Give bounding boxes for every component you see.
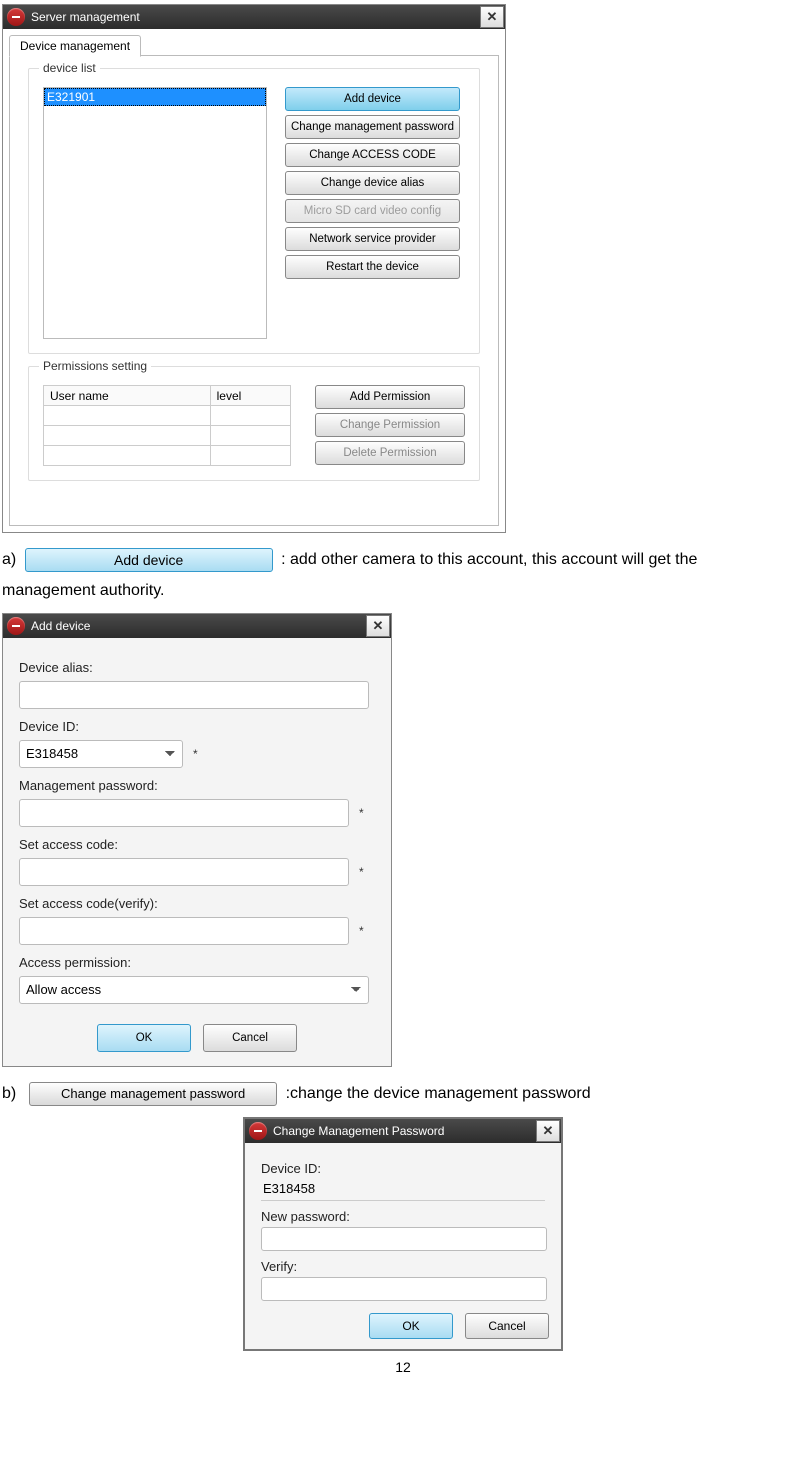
network-service-provider-button[interactable]: Network service provider xyxy=(285,227,460,251)
label-management-password: Management password: xyxy=(19,778,375,793)
verify-password-input[interactable] xyxy=(261,1277,547,1301)
required-marker: * xyxy=(359,806,364,820)
list-marker: a) xyxy=(2,551,16,568)
change-access-code-button[interactable]: Change ACCESS CODE xyxy=(285,143,460,167)
label-set-access-code: Set access code: xyxy=(19,837,375,852)
micro-sd-config-button: Micro SD card video config xyxy=(285,199,460,223)
inline-change-password-button[interactable]: Change management password xyxy=(29,1082,277,1106)
label-device-id: Device ID: xyxy=(261,1161,545,1176)
window-title: Server management xyxy=(31,10,480,24)
app-icon xyxy=(7,617,25,635)
ok-button[interactable]: OK xyxy=(369,1313,453,1339)
label-device-id: Device ID: xyxy=(19,719,375,734)
label-verify: Verify: xyxy=(261,1259,545,1274)
paragraph-text: :change the device management password xyxy=(286,1085,591,1102)
group-label: device list xyxy=(39,61,100,75)
inline-add-device-button[interactable]: Add device xyxy=(25,548,273,572)
column-header-user: User name xyxy=(44,386,211,406)
change-permission-button[interactable]: Change Permission xyxy=(315,413,465,437)
paragraph-text: : add other camera to this account, this… xyxy=(281,551,697,568)
required-marker: * xyxy=(359,924,364,938)
group-device-list: device list E321901 Add device Change ma… xyxy=(28,68,480,354)
group-permissions: Permissions setting User name level Add … xyxy=(28,366,480,481)
close-icon[interactable]: ✕ xyxy=(366,615,390,637)
close-icon[interactable]: ✕ xyxy=(480,6,504,28)
window-title: Add device xyxy=(31,619,366,633)
table-row xyxy=(44,406,291,426)
device-alias-input[interactable] xyxy=(19,681,369,709)
titlebar: Change Management Password ✕ xyxy=(245,1119,561,1143)
access-code-verify-input[interactable] xyxy=(19,917,349,945)
titlebar: Add device ✕ xyxy=(3,614,391,638)
window-title: Change Management Password xyxy=(273,1124,536,1138)
access-code-input[interactable] xyxy=(19,858,349,886)
label-new-password: New password: xyxy=(261,1209,545,1224)
change-management-password-button[interactable]: Change management password xyxy=(285,115,460,139)
ok-button[interactable]: OK xyxy=(97,1024,191,1052)
add-device-button[interactable]: Add device xyxy=(285,87,460,111)
table-row xyxy=(44,426,291,446)
access-permission-select[interactable]: Allow access xyxy=(19,976,369,1004)
app-icon xyxy=(7,8,25,26)
list-marker: b) xyxy=(2,1085,16,1102)
restart-device-button[interactable]: Restart the device xyxy=(285,255,460,279)
device-list-item[interactable]: E321901 xyxy=(44,88,266,106)
device-id-select[interactable]: E318458 xyxy=(19,740,183,768)
add-device-dialog: Add device ✕ Device alias: Device ID: E3… xyxy=(2,613,392,1067)
change-device-alias-button[interactable]: Change device alias xyxy=(285,171,460,195)
app-icon xyxy=(249,1122,267,1140)
change-password-dialog: Change Management Password ✕ Device ID: … xyxy=(243,1117,563,1351)
add-permission-button[interactable]: Add Permission xyxy=(315,385,465,409)
group-label: Permissions setting xyxy=(39,359,151,373)
label-device-alias: Device alias: xyxy=(19,660,375,675)
table-row xyxy=(44,446,291,466)
management-password-input[interactable] xyxy=(19,799,349,827)
device-id-value: E318458 xyxy=(261,1179,545,1198)
cancel-button[interactable]: Cancel xyxy=(203,1024,297,1052)
required-marker: * xyxy=(193,747,198,761)
paragraph-a: a) Add device : add other camera to this… xyxy=(2,545,804,607)
permissions-table: User name level xyxy=(43,385,291,466)
delete-permission-button[interactable]: Delete Permission xyxy=(315,441,465,465)
server-management-window: Server management ✕ Device management de… xyxy=(2,4,506,533)
tab-device-management[interactable]: Device management xyxy=(9,35,141,57)
required-marker: * xyxy=(359,865,364,879)
column-header-level: level xyxy=(210,386,290,406)
new-password-input[interactable] xyxy=(261,1227,547,1251)
paragraph-text: management authority. xyxy=(2,582,164,599)
label-set-access-code-verify: Set access code(verify): xyxy=(19,896,375,911)
cancel-button[interactable]: Cancel xyxy=(465,1313,549,1339)
device-listbox[interactable]: E321901 xyxy=(43,87,267,339)
page-number: 12 xyxy=(2,1359,804,1375)
close-icon[interactable]: ✕ xyxy=(536,1120,560,1142)
titlebar: Server management ✕ xyxy=(3,5,505,29)
paragraph-b: b) Change management password :change th… xyxy=(2,1079,804,1110)
label-access-permission: Access permission: xyxy=(19,955,375,970)
